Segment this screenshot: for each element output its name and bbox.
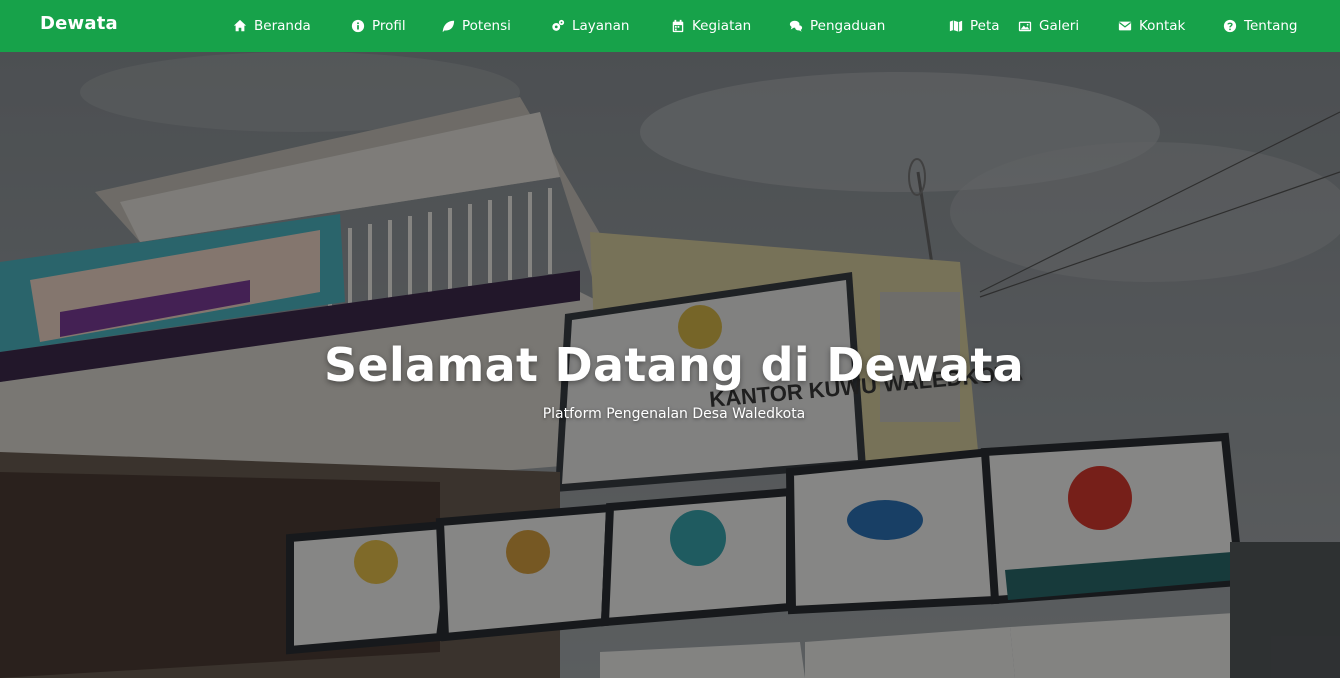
nav-item-kegiatan[interactable]: Kegiatan [670,0,788,52]
nav-label: Kontak [1139,18,1186,34]
nav-label: Kegiatan [692,18,752,34]
calendar-icon [670,18,686,34]
hero-section: KANTOR KUWU WALEDKOTA Selamat Datang di … [0,52,1340,678]
nav-label: Tentang [1244,18,1298,34]
hero-subtitle: Platform Pengenalan Desa Waledkota [542,406,806,422]
nav-label: Potensi [462,18,511,34]
nav-item-tentang[interactable]: Tentang [1222,0,1312,52]
info-icon [350,18,366,34]
nav-item-peta[interactable]: Peta [948,0,1017,52]
nav-label: Pengaduan [810,18,886,34]
nav-label: Galeri [1039,18,1080,34]
gears-icon [550,18,566,34]
home-icon [232,18,248,34]
nav-label: Peta [970,18,1000,34]
leaf-icon [440,18,456,34]
brand-logo[interactable]: Dewata [40,13,118,34]
hero-title: Selamat Datang di Dewata [324,338,1024,392]
nav-item-layanan[interactable]: Layanan [550,0,670,52]
comments-icon [788,18,804,34]
images-icon [1017,18,1033,34]
nav-item-kontak[interactable]: Kontak [1117,0,1222,52]
nav-item-profil[interactable]: Profil [350,0,440,52]
nav-item-pengaduan[interactable]: Pengaduan [788,0,948,52]
top-navbar: Dewata Beranda Profil Potensi Layanan Ke… [0,0,1340,52]
nav-label: Layanan [572,18,630,34]
nav-label: Beranda [254,18,311,34]
nav-item-beranda[interactable]: Beranda [232,0,350,52]
nav-label: Profil [372,18,406,34]
nav-menu: Beranda Profil Potensi Layanan Kegiatan … [232,0,1312,52]
question-icon [1222,18,1238,34]
nav-item-galeri[interactable]: Galeri [1017,0,1117,52]
envelope-icon [1117,18,1133,34]
map-icon [948,18,964,34]
nav-item-potensi[interactable]: Potensi [440,0,550,52]
